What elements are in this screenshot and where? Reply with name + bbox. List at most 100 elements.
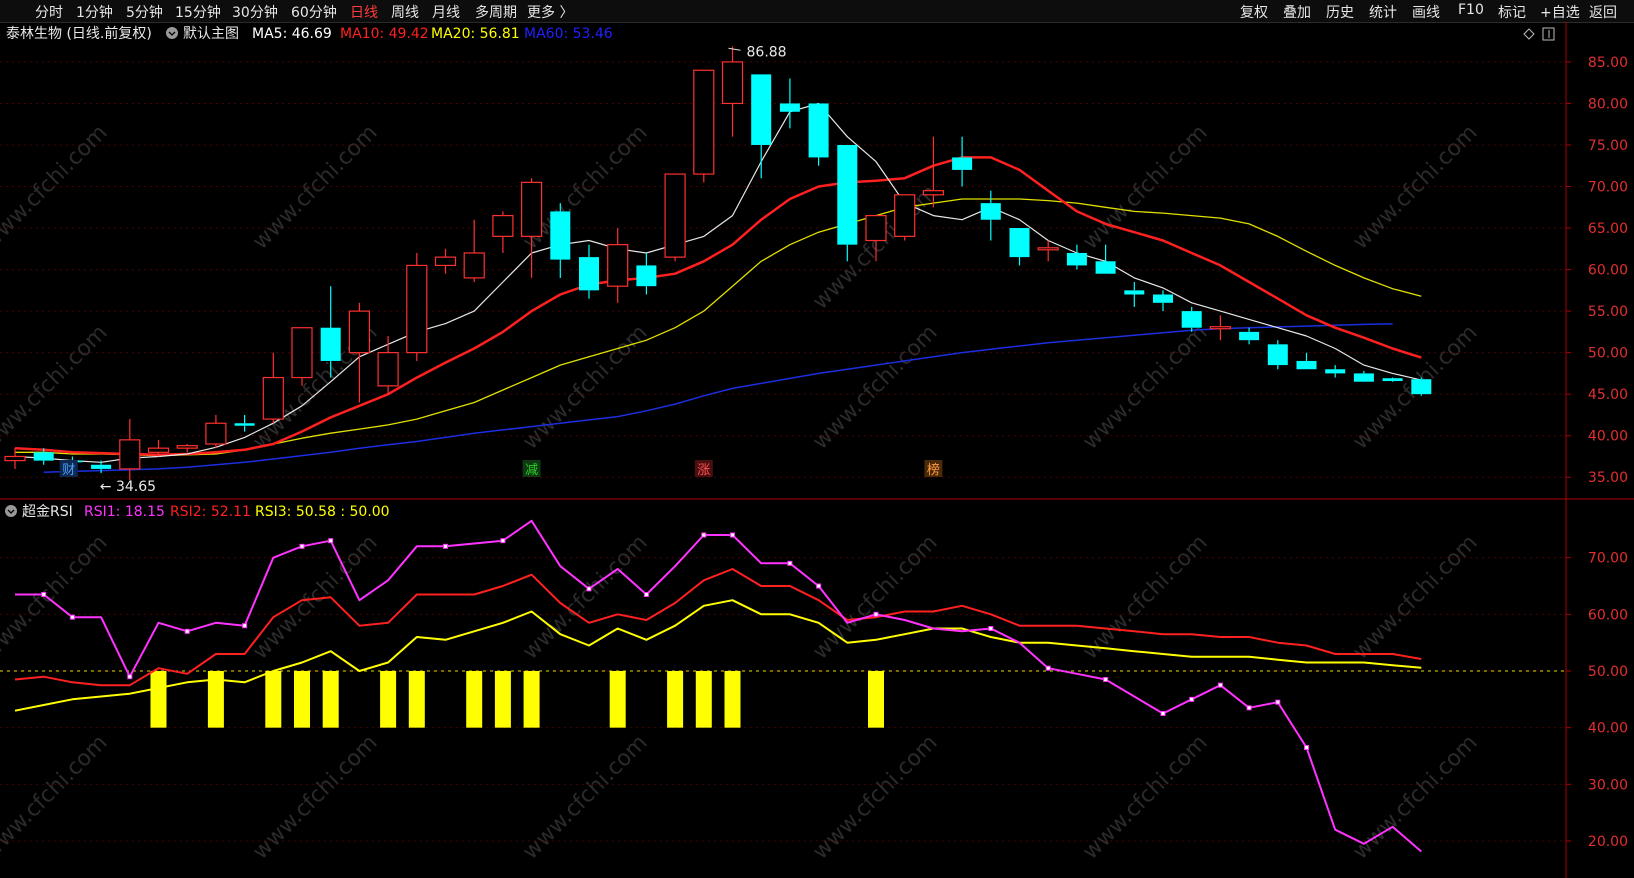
candle xyxy=(779,78,800,129)
candle-body xyxy=(1325,369,1346,374)
period-tab-5[interactable]: 60分钟 xyxy=(291,2,337,22)
candle-body xyxy=(808,103,829,158)
candle-body xyxy=(636,265,657,287)
tool-button-6[interactable]: 标记 xyxy=(1498,2,1526,22)
candle-body xyxy=(119,439,141,470)
period-tab-8[interactable]: 月线 xyxy=(432,2,460,22)
rsi1-point-mark xyxy=(873,611,879,617)
candle-body xyxy=(377,352,399,387)
period-tab-0[interactable]: 分时 xyxy=(35,2,63,22)
candle-body xyxy=(1353,373,1374,382)
period-tab-3[interactable]: 15分钟 xyxy=(175,2,221,22)
candle-body xyxy=(837,144,858,245)
candle-body xyxy=(91,464,112,469)
candle-body xyxy=(492,214,514,237)
candle-body xyxy=(980,203,1001,220)
rsi1-point-mark xyxy=(500,538,506,544)
candle xyxy=(377,336,399,395)
rsi2-line xyxy=(14,568,1422,687)
ma-label-1: MA10: 49.42 xyxy=(340,26,429,42)
candle-body xyxy=(1009,228,1030,258)
period-toolbar: 分时 1分钟 5分钟 15分钟 30分钟 60分钟 日线 周线 月线 多周期 更多 〉 复权 叠加 历史统… xyxy=(0,0,1634,23)
rsi1-point-mark xyxy=(1304,745,1309,750)
rsi-signal-bar xyxy=(695,671,712,728)
candle-body xyxy=(348,310,370,354)
rsi3-line xyxy=(14,599,1422,712)
candle xyxy=(664,173,686,262)
high-price-label: 86.88 xyxy=(747,44,787,60)
candle-body xyxy=(721,61,744,105)
watermark-text: www.cfchi.com xyxy=(1078,530,1212,664)
candle-body xyxy=(1037,247,1059,251)
period-tab-7[interactable]: 周线 xyxy=(391,2,419,22)
period-tab-6[interactable]: 日线 xyxy=(350,2,378,22)
candle xyxy=(119,419,141,481)
rsi-tick-label: 70.00 xyxy=(1588,551,1628,567)
candle-body xyxy=(922,190,945,196)
watermark-text: www.cfchi.com xyxy=(518,730,652,864)
price-tick-label: 50.00 xyxy=(1588,346,1628,362)
candle xyxy=(262,352,284,424)
ma-label-3: MA60: 53.46 xyxy=(524,26,613,42)
rsi1-point-mark xyxy=(787,560,793,566)
watermark-text: www.cfchi.com xyxy=(0,730,113,864)
tool-button-5[interactable]: F10 xyxy=(1458,2,1484,18)
rsi-signal-bar xyxy=(322,671,339,728)
tool-button-4[interactable]: 画线 xyxy=(1412,2,1440,22)
candle-body xyxy=(1239,331,1260,341)
ma-label-0: MA5: 46.69 xyxy=(252,26,332,42)
rsi1-point-mark xyxy=(701,532,707,538)
candle-body xyxy=(176,445,198,449)
rsi1-point-mark xyxy=(816,583,822,589)
indicator-title: 超金RSI xyxy=(22,504,73,520)
rsi-signal-bar xyxy=(466,671,483,728)
period-tab-2[interactable]: 5分钟 xyxy=(126,2,163,22)
rsi-signal-bar xyxy=(523,671,540,728)
tool-button-7[interactable]: +自选 xyxy=(1540,2,1580,22)
watermark-text: www.cfchi.com xyxy=(1078,730,1212,864)
event-marker-3: 榜 xyxy=(927,462,940,478)
candle xyxy=(837,144,858,262)
candle-body xyxy=(33,452,54,461)
tool-button-3[interactable]: 统计 xyxy=(1369,2,1397,22)
rsi1-point-mark xyxy=(69,614,75,620)
rsi-tick-label: 60.00 xyxy=(1588,607,1628,623)
candle xyxy=(1153,290,1173,312)
candle xyxy=(1411,377,1432,396)
period-tab-9[interactable]: 多周期 xyxy=(475,2,517,22)
rsi-signal-bar xyxy=(724,671,741,728)
candle-body xyxy=(1267,344,1288,366)
candle-body xyxy=(664,173,686,258)
rsi1-point-mark xyxy=(1160,711,1166,716)
candle-body xyxy=(779,103,800,112)
tool-button-1[interactable]: 叠加 xyxy=(1283,2,1311,22)
watermark-text: www.cfchi.com xyxy=(0,120,113,254)
candle xyxy=(4,448,26,469)
candle xyxy=(291,327,313,386)
price-tick-label: 55.00 xyxy=(1588,304,1628,320)
period-tab-1[interactable]: 1分钟 xyxy=(76,2,113,22)
candle-body xyxy=(205,422,227,445)
rsi-label-0: RSI1: 18.15 xyxy=(84,504,165,520)
rsi1-point-mark xyxy=(1045,665,1051,671)
rsi1-point-mark xyxy=(1103,677,1109,682)
watermark-text: www.cfchi.com xyxy=(1348,120,1482,254)
event-marker-2: 涨 xyxy=(697,463,710,478)
rsi1-point-mark xyxy=(988,626,994,631)
rsi1-point-mark xyxy=(443,543,448,549)
period-tab-4[interactable]: 30分钟 xyxy=(232,2,278,22)
candle xyxy=(1353,370,1374,382)
tool-button-2[interactable]: 历史 xyxy=(1326,2,1354,22)
candle xyxy=(205,414,227,449)
candle-body xyxy=(579,257,599,291)
period-tab-10[interactable]: 更多 〉 xyxy=(527,2,573,22)
watermark-layer: www.cfchi.com www.cfchi.com www.cfchi.com w… xyxy=(0,120,1483,864)
candle xyxy=(1267,340,1288,370)
tool-button-8[interactable]: 返回 xyxy=(1589,2,1617,22)
tool-button-0[interactable]: 复权 xyxy=(1240,2,1268,22)
watermark-text: www.cfchi.com xyxy=(248,730,382,864)
candle xyxy=(550,203,571,278)
watermark-text: www.cfchi.com xyxy=(808,730,942,864)
candle xyxy=(607,228,629,303)
rsi-signal-bar xyxy=(294,671,310,728)
